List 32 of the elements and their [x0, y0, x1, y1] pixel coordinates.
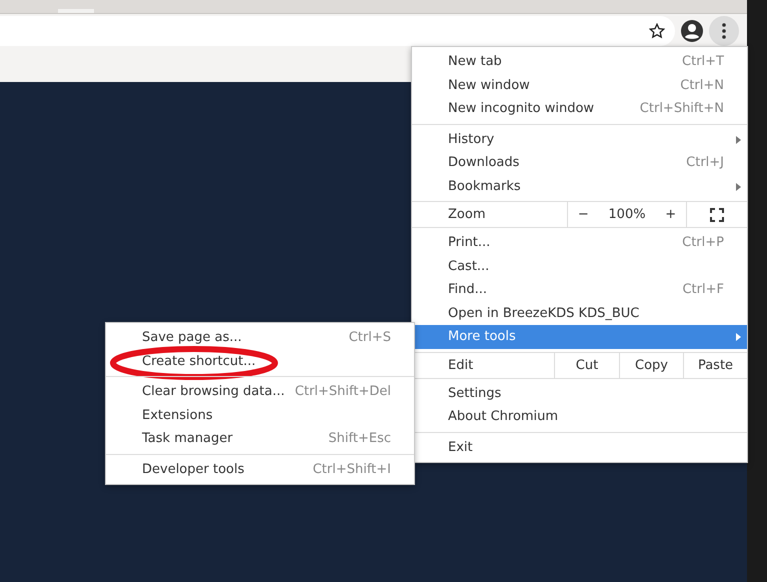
- menu-item[interactable]: History: [412, 128, 747, 151]
- menu-item[interactable]: More tools: [412, 325, 747, 348]
- menu-item[interactable]: Create shortcut...: [106, 350, 414, 373]
- menu-item[interactable]: New tab Ctrl+T: [412, 50, 747, 74]
- zoom-in-button[interactable]: +: [665, 207, 676, 222]
- fullscreen-icon[interactable]: [710, 208, 724, 222]
- menu-item[interactable]: Exit: [412, 436, 747, 459]
- menu-item[interactable]: About Chromium: [412, 405, 747, 428]
- menu-icon[interactable]: [722, 22, 726, 38]
- menu-item[interactable]: Developer tools Ctrl+Shift+I: [106, 458, 414, 481]
- menu-item[interactable]: Clear browsing data... Ctrl+Shift+Del: [106, 380, 414, 404]
- edit-action-button[interactable]: Copy: [635, 358, 668, 372]
- zoom-out-button[interactable]: −: [578, 207, 589, 222]
- menu-item[interactable]: Save page as... Ctrl+S: [106, 326, 414, 350]
- account-icon[interactable]: [680, 18, 704, 42]
- menu-item[interactable]: Print... Ctrl+P: [412, 231, 747, 254]
- menu-item[interactable]: Cast...: [412, 254, 747, 278]
- edit-label: Edit: [448, 358, 474, 372]
- menu-item[interactable]: Downloads Ctrl+J: [412, 151, 747, 174]
- edit-action-button[interactable]: Cut: [576, 358, 598, 372]
- menu-item[interactable]: Extensions: [106, 404, 414, 427]
- menu-item[interactable]: Bookmarks: [412, 174, 747, 198]
- menu-item[interactable]: New incognito window Ctrl+Shift+N: [412, 97, 747, 120]
- menu-item[interactable]: Open in BreezeKDS KDS_BUC: [412, 302, 747, 325]
- star-icon[interactable]: [649, 22, 665, 38]
- zoom-label: Zoom: [448, 207, 486, 222]
- menu-item[interactable]: New window Ctrl+N: [412, 74, 747, 97]
- menu-item[interactable]: Task manager Shift+Esc: [106, 427, 414, 450]
- zoom-level: 100%: [608, 207, 646, 222]
- menu-item[interactable]: Settings: [412, 382, 747, 405]
- menu-item[interactable]: Find... Ctrl+F: [412, 278, 747, 302]
- edit-action-button[interactable]: Paste: [698, 358, 734, 372]
